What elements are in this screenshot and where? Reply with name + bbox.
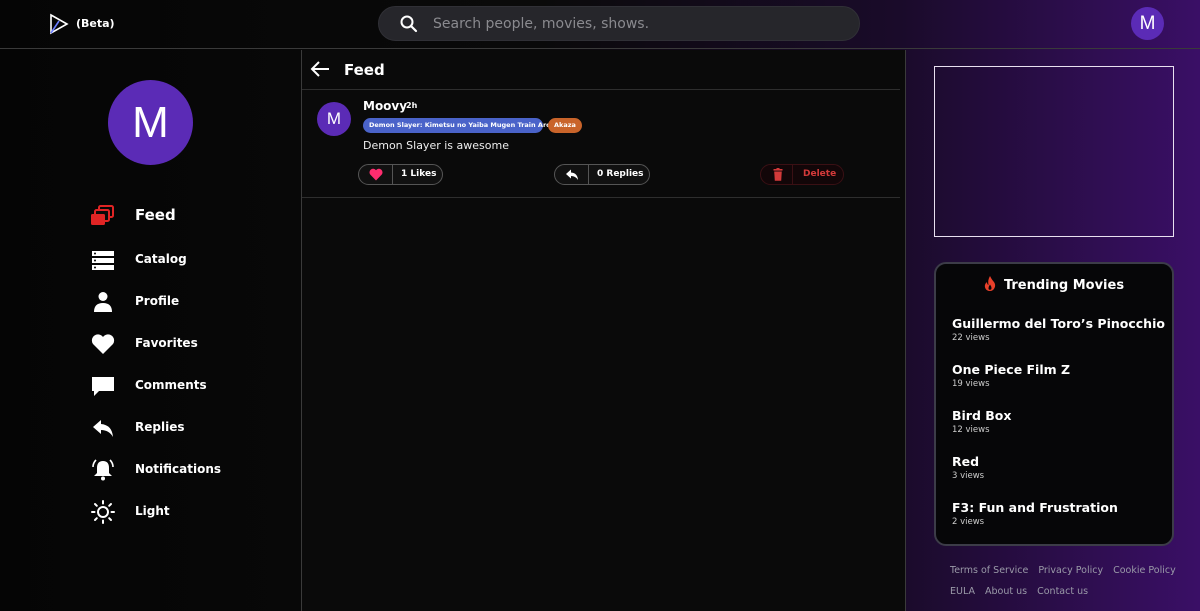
back-arrow-icon[interactable] [310,60,330,78]
sidebar-item-label: Feed [135,206,176,224]
movie-title: One Piece Film Z [952,362,1071,377]
movie-title: Guillermo del Toro’s Pinocchio [952,316,1165,331]
post-username[interactable]: Moovy [363,99,407,113]
search-bar[interactable] [378,6,860,41]
play-logo-icon[interactable] [48,13,70,35]
sidebar-item-light[interactable]: Light [90,497,290,527]
replies-count: 0 Replies [597,169,644,179]
feed-icon [91,205,114,225]
feed-panel: Feed M Moovy 2h Demon Slayer: Kimetsu no… [302,50,906,611]
search-input[interactable] [433,13,843,35]
search-icon[interactable] [399,14,419,34]
character-tag[interactable]: Akaza [548,118,582,133]
movie-title: F3: Fun and Frustration [952,500,1118,515]
sidebar-item-label: Favorites [135,336,198,350]
delete-button[interactable]: Delete [760,164,844,185]
movie-title: Bird Box [952,408,1012,423]
user-avatar[interactable]: M [1131,7,1164,40]
trending-item[interactable]: Red 3 views [952,454,1167,481]
ad-placeholder [934,66,1174,237]
profile-avatar[interactable]: M [108,80,193,165]
post-timestamp: 2h [406,101,418,110]
fire-icon [984,276,996,291]
reply-icon [93,420,113,437]
top-bar: (Beta) M [0,0,1200,49]
divider [792,165,793,184]
sidebar-item-replies[interactable]: Replies [90,413,290,443]
sidebar-item-label: Profile [135,294,180,308]
post-text: Demon Slayer is awesome [363,139,509,152]
sidebar-item-notifications[interactable]: Notifications [90,455,290,485]
bell-icon [92,459,114,481]
sidebar-item-label: Catalog [135,252,187,266]
movie-views: 2 views [952,517,985,527]
sidebar-item-feed[interactable]: Feed [90,202,290,232]
sun-icon [91,500,115,524]
like-button[interactable]: 1 Likes [358,164,443,185]
sidebar-item-profile[interactable]: Profile [90,287,290,317]
trash-icon [773,168,783,181]
beta-label: (Beta) [76,17,115,30]
reply-button[interactable]: 0 Replies [554,164,650,185]
about-link[interactable]: About us [985,586,1027,597]
trending-item[interactable]: Bird Box 12 views [952,408,1167,435]
divider [588,165,589,184]
trending-item[interactable]: One Piece Film Z 19 views [952,362,1167,389]
page-title: Feed [344,61,385,79]
movie-views: 19 views [952,379,990,389]
contact-link[interactable]: Contact us [1037,586,1088,597]
sidebar-item-favorites[interactable]: Favorites [90,329,290,359]
sidebar-item-comments[interactable]: Comments [90,371,290,401]
post-card: M Moovy 2h Demon Slayer: Kimetsu no Yaib… [302,90,900,198]
post-avatar[interactable]: M [317,102,351,136]
privacy-link[interactable]: Privacy Policy [1038,565,1103,576]
cookie-link[interactable]: Cookie Policy [1113,565,1176,576]
movie-views: 3 views [952,471,985,481]
trending-item[interactable]: F3: Fun and Frustration 2 views [952,500,1167,527]
trending-movies-card: Trending Movies Guillermo del Toro’s Pin… [934,262,1174,546]
trending-header: Trending Movies [936,274,1172,293]
comment-icon [92,377,114,396]
movie-title: Red [952,454,980,469]
trending-item[interactable]: Guillermo del Toro’s Pinocchio 22 views [952,316,1167,343]
heart-icon [91,334,115,354]
sidebar-item-label: Notifications [135,462,222,476]
likes-count: 1 Likes [401,169,437,179]
delete-label: Delete [803,169,837,179]
terms-link[interactable]: Terms of Service [950,565,1028,576]
heart-icon [369,168,383,181]
sidebar-item-label: Replies [135,420,185,434]
divider [392,165,393,184]
movie-tag[interactable]: Demon Slayer: Kimetsu no Yaiba Mugen Tra… [363,118,550,133]
catalog-icon [92,251,114,270]
feed-header: Feed [302,50,900,90]
sidebar-item-label: Light [135,504,170,518]
reply-icon [566,169,578,180]
sidebar: M Feed Catalog Profile Favorites Comment… [0,50,302,611]
sidebar-item-catalog[interactable]: Catalog [90,245,290,275]
user-icon [94,292,112,312]
movie-views: 12 views [952,425,990,435]
eula-link[interactable]: EULA [950,586,975,597]
sidebar-item-label: Comments [135,378,207,392]
right-column: Trending Movies Guillermo del Toro’s Pin… [906,50,1200,611]
movie-views: 22 views [952,333,990,343]
trending-title: Trending Movies [1003,278,1125,293]
